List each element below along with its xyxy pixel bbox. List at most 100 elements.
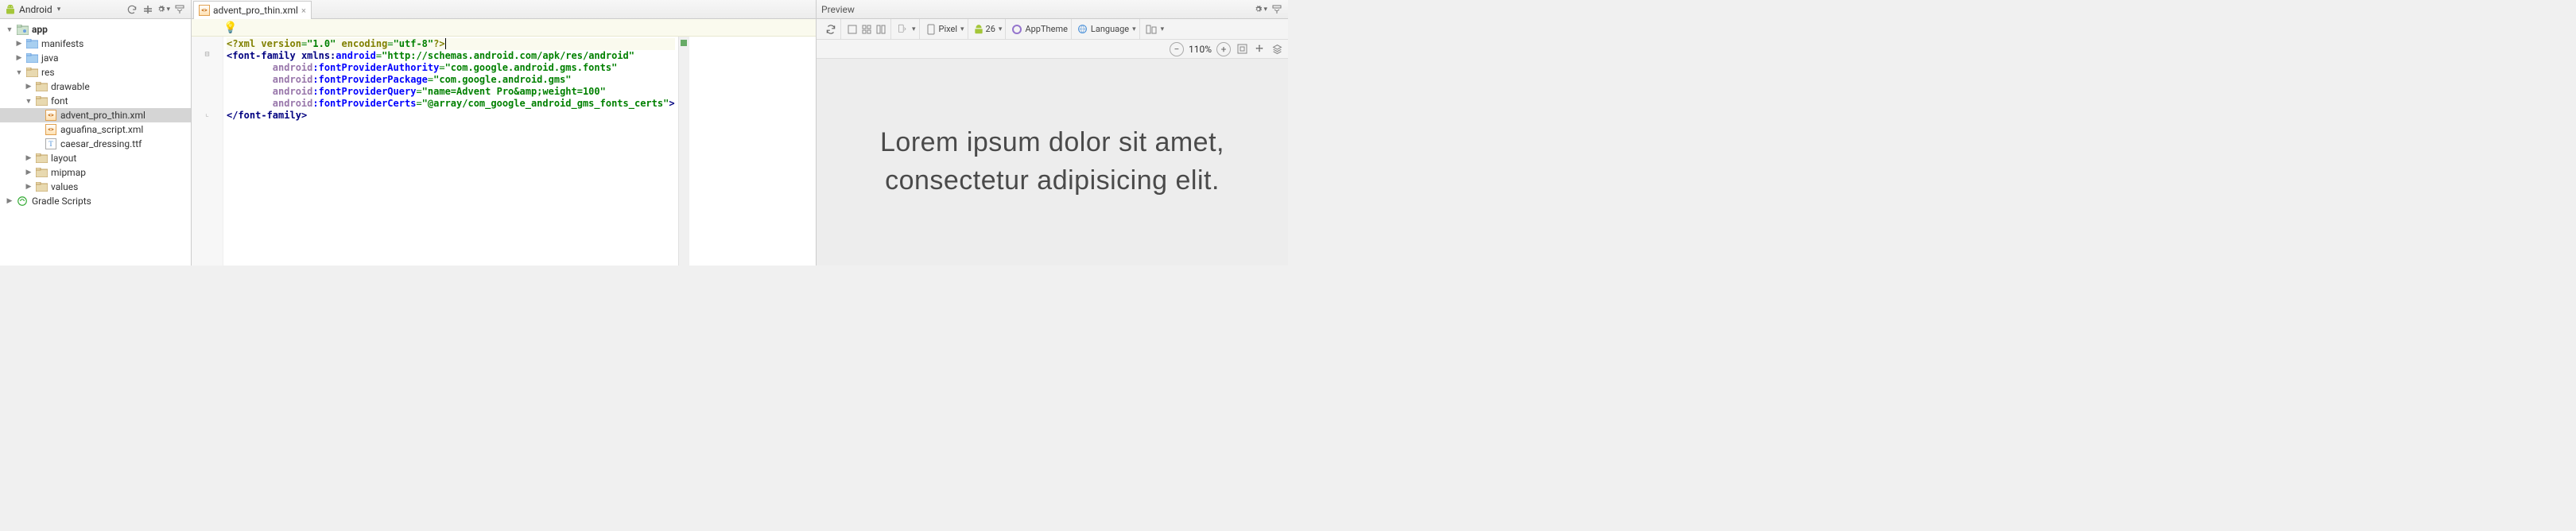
- tree-arrow-icon[interactable]: ▼: [14, 68, 24, 77]
- tree-manifests[interactable]: ▶ manifests: [0, 37, 191, 51]
- tree-arrow-icon[interactable]: ▶: [5, 197, 14, 205]
- tree-label: manifests: [41, 38, 83, 49]
- android-small-icon: [973, 24, 984, 35]
- device-label: Pixel: [939, 24, 957, 34]
- tree-arrow-icon[interactable]: ▶: [14, 54, 24, 62]
- theme-selector[interactable]: AppTheme: [1007, 19, 1071, 39]
- tree-font[interactable]: ▼font: [0, 94, 191, 108]
- preview-title: Preview: [821, 4, 855, 15]
- globe-icon: [1077, 23, 1089, 36]
- preview-panel: Preview ▾ ▾ Pixel▾: [817, 0, 1288, 266]
- t: "http://schemas.android.com/apk/res/andr…: [382, 50, 634, 61]
- settings-icon[interactable]: ▾: [157, 3, 170, 16]
- tree-aguafina-xml[interactable]: <>aguafina_script.xml: [0, 122, 191, 137]
- t: :: [312, 74, 318, 85]
- xml-file-icon: <>: [199, 5, 210, 16]
- project-tree[interactable]: ▼app▶manifests▶java▼res▶drawable▼font<>a…: [0, 19, 191, 266]
- tree-label: layout: [51, 153, 76, 164]
- zoom-out-button[interactable]: −: [1170, 42, 1184, 56]
- chevron-down-icon: ▾: [166, 6, 170, 14]
- hide-icon[interactable]: [173, 3, 186, 16]
- tree-label: values: [51, 181, 78, 192]
- tree-drawable[interactable]: ▶ drawable: [0, 79, 191, 94]
- preview-line2: consectetur adipisicing elit.: [880, 162, 1224, 200]
- t: "@array/com_google_android_gms_fonts_cer…: [422, 98, 669, 109]
- android-icon: [5, 4, 16, 15]
- tree-arrow-icon[interactable]: ▶: [24, 83, 33, 91]
- zoom-fit-icon[interactable]: [1236, 43, 1248, 56]
- tree-arrow-icon[interactable]: ▼: [24, 97, 33, 106]
- dropdown-arrow-icon: ▾: [57, 6, 61, 14]
- tree-layout[interactable]: ▶ layout: [0, 151, 191, 165]
- t: [227, 86, 273, 97]
- tree-values[interactable]: ▶ values: [0, 180, 191, 194]
- project-view-label: Android: [19, 4, 52, 15]
- project-panel: Android ▾ ▾ ▼ app ▶ manifests ▶ java▼res ▶ draw…: [0, 0, 192, 266]
- t: >: [301, 110, 307, 121]
- t: android: [273, 86, 313, 97]
- editor-tab-advent[interactable]: <> advent_pro_thin.xml ×: [193, 1, 312, 19]
- t: [227, 62, 273, 73]
- tree-app[interactable]: ▼ app: [0, 22, 191, 37]
- preview-canvas[interactable]: Lorem ipsum dolor sit amet, consectetur …: [817, 59, 1288, 266]
- locale-selector[interactable]: Language▾: [1073, 19, 1140, 39]
- tree-advent-xml[interactable]: <>advent_pro_thin.xml: [0, 108, 191, 122]
- t: [227, 98, 273, 109]
- tree-label: java: [41, 52, 59, 64]
- preview-line1: Lorem ipsum dolor sit amet,: [880, 124, 1224, 162]
- tree-arrow-icon[interactable]: ▼: [5, 25, 14, 34]
- code-editor[interactable]: ⊟ ⌞ <?xml version="1.0" encoding="utf-8"…: [192, 37, 816, 266]
- tree-label: app: [32, 24, 48, 35]
- t: "com.google.android.gms": [433, 74, 571, 85]
- tree-label: mipmap: [51, 167, 86, 178]
- project-view-selector[interactable]: Android ▾: [5, 4, 60, 15]
- t: fontProviderPackage: [319, 74, 428, 85]
- fold-end: ⌞: [192, 110, 223, 122]
- t: :: [312, 98, 318, 109]
- editor-tabbar: <> advent_pro_thin.xml ×: [192, 0, 816, 19]
- grid-icon[interactable]: [860, 23, 873, 36]
- tree-gradle-scripts[interactable]: ▶ Gradle Scripts: [0, 194, 191, 208]
- tree-arrow-icon[interactable]: ▶: [24, 154, 33, 162]
- close-icon[interactable]: ×: [301, 6, 306, 16]
- theme-label: AppTheme: [1025, 24, 1067, 34]
- tree-label: Gradle Scripts: [32, 196, 91, 207]
- fold-toggle[interactable]: ⊟: [192, 50, 223, 62]
- tree-arrow-icon[interactable]: ▶: [14, 40, 24, 48]
- layers-icon[interactable]: [1271, 43, 1283, 56]
- lightbulb-icon[interactable]: 💡: [223, 21, 237, 34]
- t: fontProviderAuthority: [319, 62, 440, 73]
- t: =: [387, 38, 393, 49]
- t: xml version: [238, 38, 301, 49]
- tree-java[interactable]: ▶ java: [0, 51, 191, 65]
- preview-hide-icon[interactable]: [1271, 3, 1283, 16]
- tree-label: drawable: [51, 81, 90, 92]
- t: android: [273, 62, 313, 73]
- api-selector[interactable]: 26▾: [970, 19, 1007, 39]
- variants-icon[interactable]: [1145, 23, 1158, 36]
- tree-mipmap[interactable]: ▶ mipmap: [0, 165, 191, 180]
- tree-caesar-ttf[interactable]: Tcaesar_dressing.ttf: [0, 137, 191, 151]
- zoom-in-button[interactable]: +: [1216, 42, 1231, 56]
- font-preview-text: Lorem ipsum dolor sit amet, consectetur …: [880, 124, 1224, 200]
- orientation-icon[interactable]: [896, 23, 909, 36]
- t: ?>: [433, 38, 444, 49]
- surface-icon[interactable]: [846, 23, 859, 36]
- tree-arrow-icon[interactable]: ▶: [24, 169, 33, 176]
- sync-icon[interactable]: [126, 3, 138, 16]
- t: android: [273, 74, 313, 85]
- refresh-icon[interactable]: [824, 23, 837, 36]
- preview-settings-icon[interactable]: ▾: [1255, 3, 1267, 16]
- tree-arrow-icon[interactable]: ▶: [24, 183, 33, 191]
- columns-icon[interactable]: [875, 23, 887, 36]
- collapse-icon[interactable]: [142, 3, 154, 16]
- tree-res[interactable]: ▼res: [0, 65, 191, 79]
- zoom-toolbar: − 110% +: [817, 40, 1288, 59]
- code-area[interactable]: <?xml version="1.0" encoding="utf-8"?> <…: [223, 37, 678, 266]
- t: >: [669, 98, 674, 109]
- device-selector[interactable]: Pixel▾: [921, 19, 968, 39]
- tree-label: aguafina_script.xml: [60, 124, 143, 135]
- locale-label: Language: [1091, 24, 1129, 34]
- t: font-family: [238, 110, 301, 121]
- pan-icon[interactable]: [1253, 43, 1266, 56]
